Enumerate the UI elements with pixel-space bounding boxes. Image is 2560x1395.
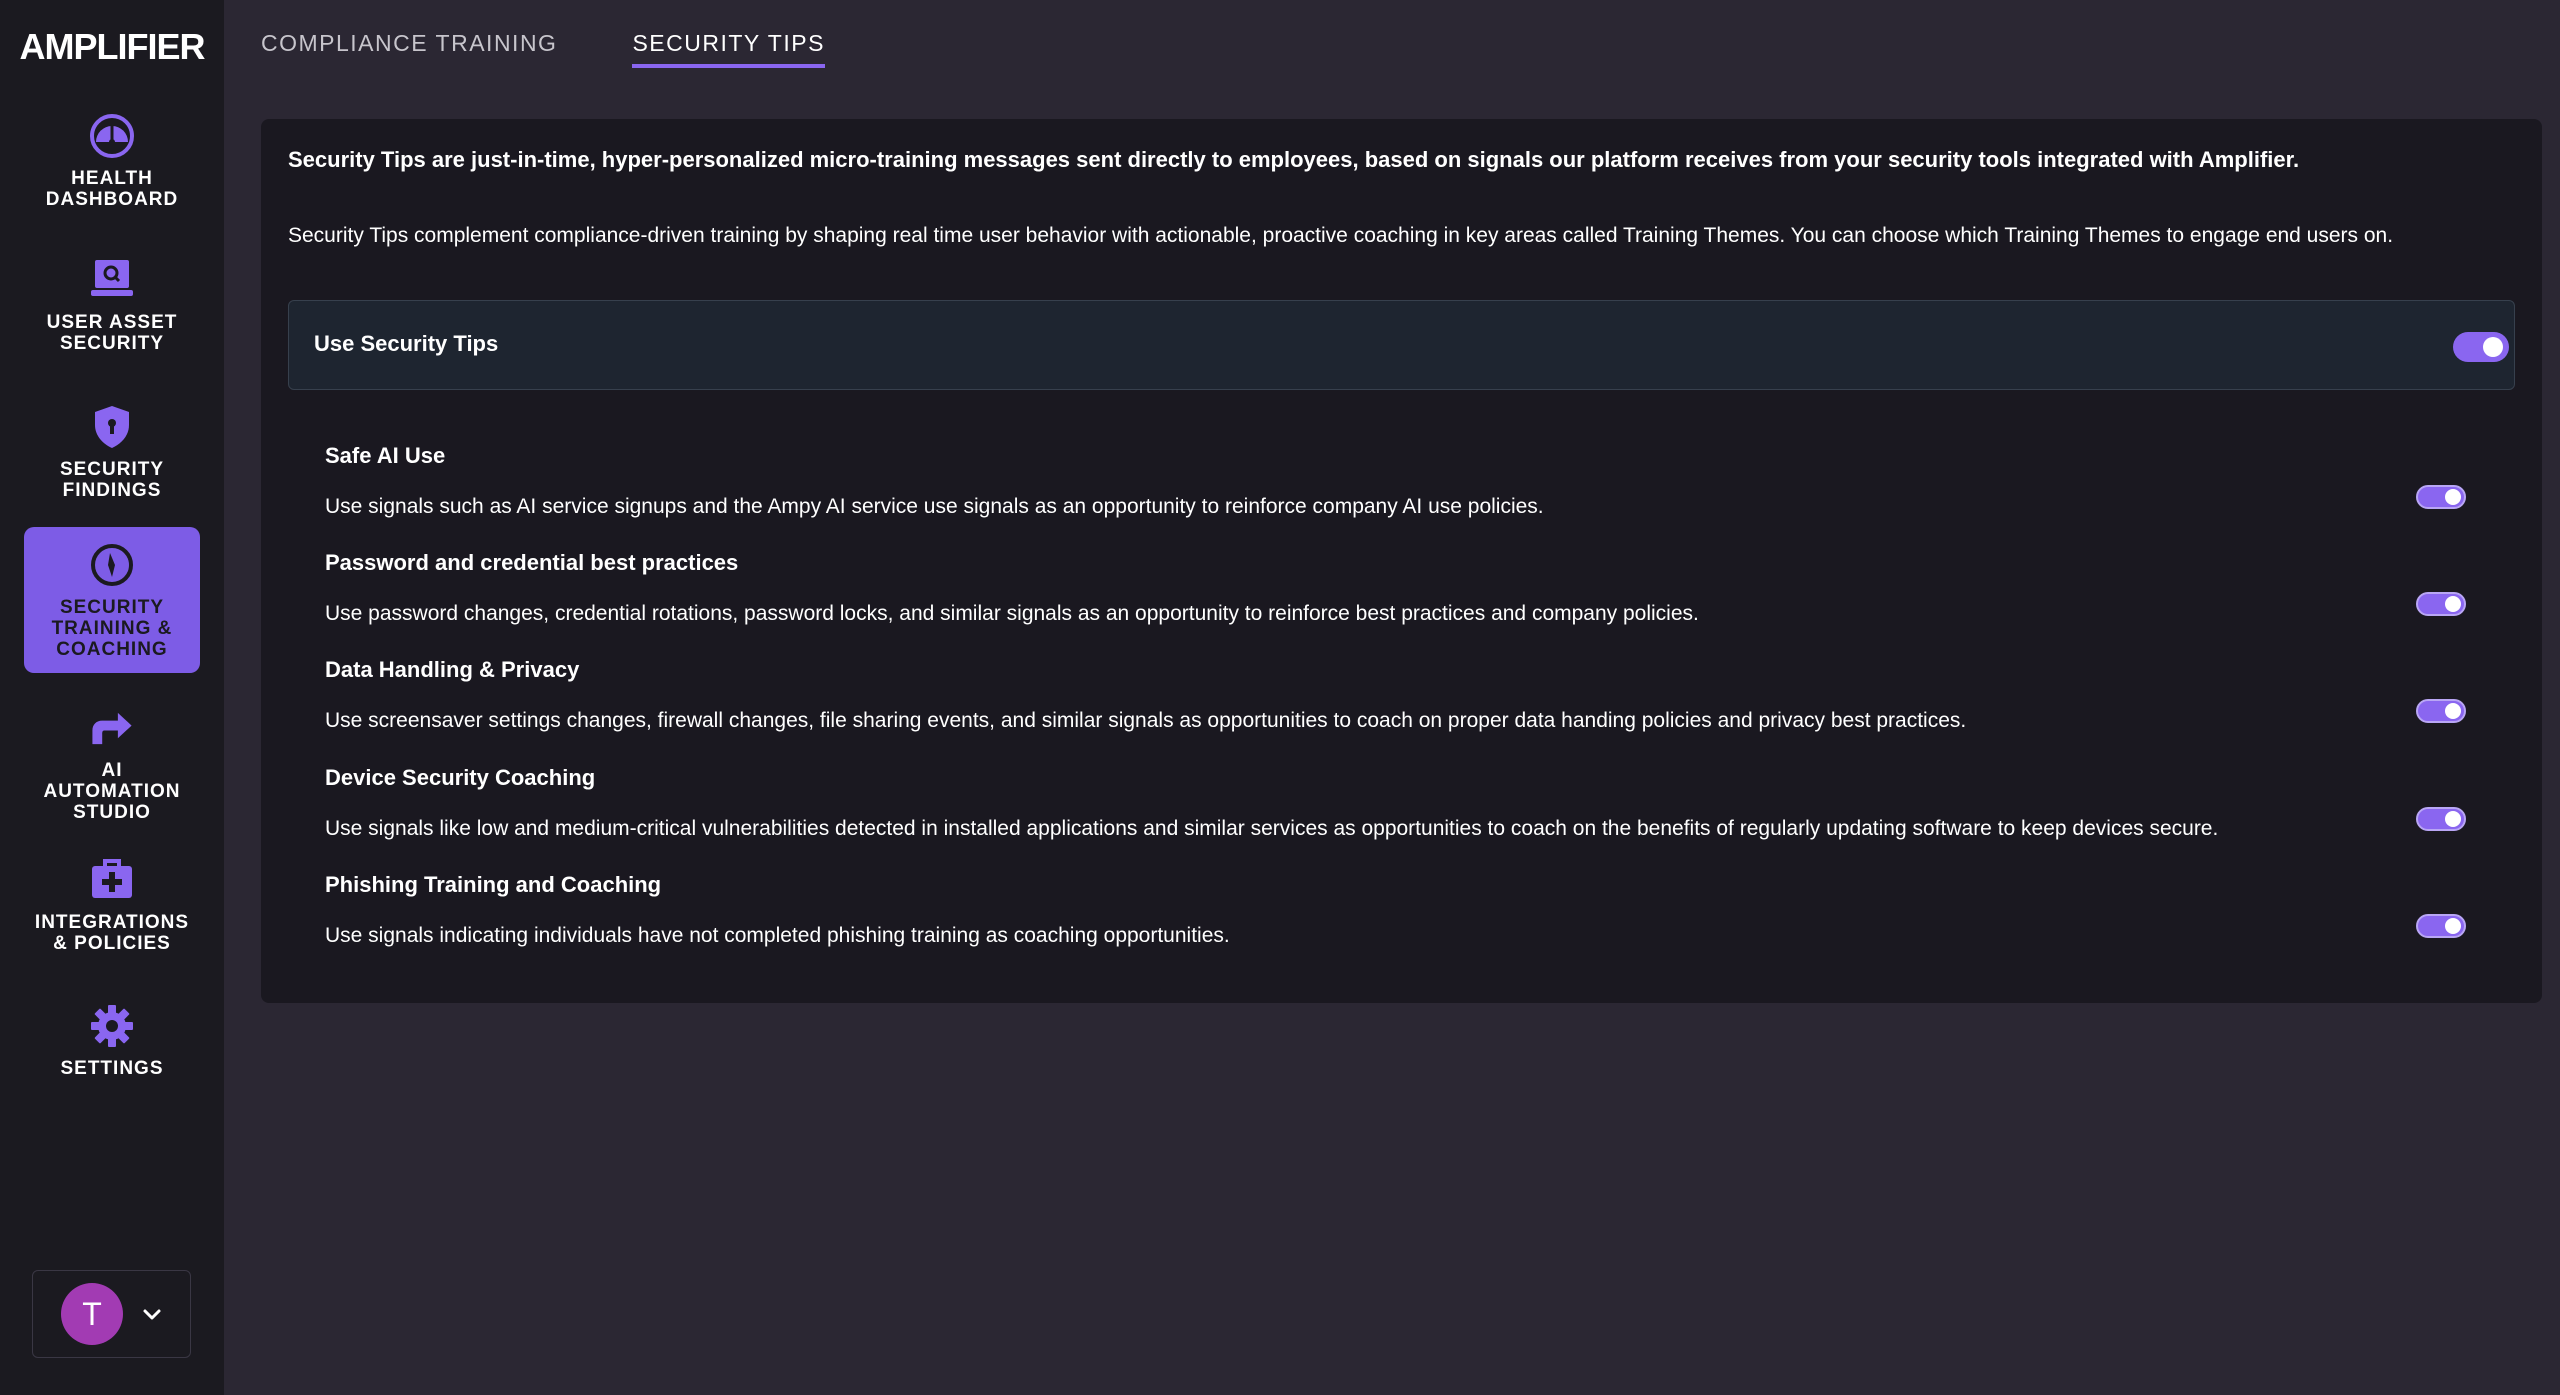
sidebar-item-label: USER ASSET SECURITY <box>46 312 178 354</box>
sidebar-item-security-findings[interactable]: SECURITY FINDINGS <box>24 403 200 503</box>
theme-device-security-coaching: Device Security Coaching Use signals lik… <box>325 765 2505 869</box>
theme-password-credential: Password and credential best practices U… <box>325 550 2505 654</box>
tab-security-tips[interactable]: SECURITY TIPS <box>632 30 825 68</box>
sidebar-item-settings[interactable]: SETTINGS <box>24 1002 200 1086</box>
app-logo: AMPLIFIER <box>19 26 206 67</box>
theme-toggle-data-handling-privacy[interactable] <box>2416 699 2466 723</box>
tab-compliance-training[interactable]: COMPLIANCE TRAINING <box>261 30 557 68</box>
sidebar-item-label: SECURITY FINDINGS <box>59 459 165 501</box>
tab-bar: COMPLIANCE TRAINING SECURITY TIPS <box>261 30 825 68</box>
avatar: T <box>61 1283 123 1345</box>
toggle-knob <box>2483 337 2503 357</box>
intro-primary-text: Security Tips are just-in-time, hyper-pe… <box>288 147 2300 172</box>
chevron-down-icon <box>143 1309 161 1320</box>
security-tips-panel: Security Tips are just-in-time, hyper-pe… <box>261 119 2542 1003</box>
medical-kit-icon <box>92 859 132 898</box>
theme-toggle-safe-ai-use[interactable] <box>2416 485 2466 509</box>
theme-data-handling-privacy: Data Handling & Privacy Use screensaver … <box>325 657 2505 761</box>
theme-description: Use password changes, credential rotatio… <box>325 602 1699 625</box>
use-security-tips-row: Use Security Tips <box>288 300 2515 390</box>
sidebar: AMPLIFIER HEALTH DASHBOARD USER ASSET SE… <box>0 0 224 1395</box>
theme-title: Password and credential best practices <box>325 550 739 575</box>
toggle-knob <box>2445 489 2461 505</box>
theme-toggle-device-security-coaching[interactable] <box>2416 807 2466 831</box>
intro-secondary-text: Security Tips complement compliance-driv… <box>288 224 2394 247</box>
toggle-knob <box>2445 918 2461 934</box>
toggle-knob <box>2445 703 2461 719</box>
theme-title: Data Handling & Privacy <box>325 657 580 682</box>
theme-phishing-training: Phishing Training and Coaching Use signa… <box>325 872 2505 976</box>
theme-toggle-password-credential[interactable] <box>2416 592 2466 616</box>
sidebar-item-ai-automation-studio[interactable]: AI AUTOMATION STUDIO <box>24 705 200 823</box>
toggle-knob <box>2445 811 2461 827</box>
sidebar-item-health-dashboard[interactable]: HEALTH DASHBOARD <box>24 112 200 216</box>
use-security-tips-label: Use Security Tips <box>314 331 499 356</box>
sidebar-item-label: HEALTH DASHBOARD <box>45 168 179 210</box>
sidebar-item-user-asset-security[interactable]: USER ASSET SECURITY <box>24 256 200 366</box>
theme-description: Use signals indicating individuals have … <box>325 924 1230 947</box>
laptop-search-icon <box>91 260 133 296</box>
arrow-sign-icon <box>92 712 132 745</box>
sidebar-item-label: INTEGRATIONS & POLICIES <box>34 912 190 954</box>
gear-icon <box>91 1005 133 1047</box>
theme-safe-ai-use: Safe AI Use Use signals such as AI servi… <box>325 443 2505 547</box>
theme-title: Phishing Training and Coaching <box>325 872 662 897</box>
sidebar-item-label: SETTINGS <box>60 1058 164 1079</box>
gauge-icon <box>90 114 134 158</box>
compass-icon <box>91 544 133 586</box>
user-menu[interactable]: T <box>32 1270 191 1358</box>
theme-description: Use screensaver settings changes, firewa… <box>325 709 1967 732</box>
theme-description: Use signals like low and medium-critical… <box>325 817 2219 840</box>
sidebar-item-security-training-coaching[interactable]: SECURITY TRAINING & COACHING <box>24 527 200 673</box>
theme-toggle-phishing-training[interactable] <box>2416 914 2466 938</box>
toggle-knob <box>2445 596 2461 612</box>
theme-title: Device Security Coaching <box>325 765 596 790</box>
shield-icon <box>95 406 129 448</box>
theme-title: Safe AI Use <box>325 443 446 468</box>
theme-description: Use signals such as AI service signups a… <box>325 495 1544 518</box>
sidebar-item-integrations-policies[interactable]: INTEGRATIONS & POLICIES <box>24 856 200 960</box>
sidebar-item-label: SECURITY TRAINING & COACHING <box>51 597 173 660</box>
sidebar-item-label: AI AUTOMATION STUDIO <box>43 760 181 823</box>
use-security-tips-toggle[interactable] <box>2453 332 2509 362</box>
